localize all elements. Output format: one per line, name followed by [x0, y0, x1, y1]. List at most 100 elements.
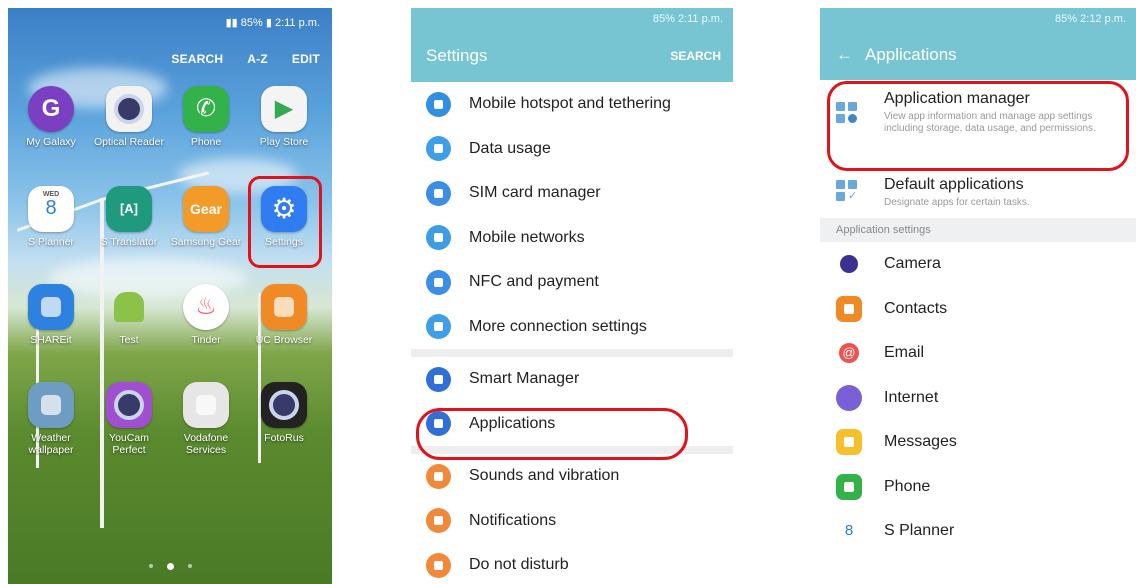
settings-item-label: Smart Manager [469, 370, 580, 388]
app-setting-camera[interactable]: Camera [820, 242, 1136, 287]
settings-item-mobile-networks[interactable]: Mobile networks [411, 216, 733, 261]
app-galaxy[interactable]: G My Galaxy [14, 86, 88, 148]
page-title: Settings [426, 46, 488, 65]
signal-icon: ▮▮ [225, 17, 238, 29]
app-label: Test [119, 334, 139, 346]
app-label: S Translator [100, 236, 158, 248]
app-setting-messages[interactable]: Messages [820, 420, 1136, 465]
setting-icon [426, 225, 451, 251]
battery-level: 85% [652, 13, 675, 25]
page-dot[interactable] [148, 564, 153, 568]
app-shareit[interactable]: SHAREit [14, 284, 88, 346]
settings-item-do-not-disturb[interactable]: Do not disturb [411, 543, 733, 584]
shareit-icon [28, 284, 74, 330]
battery-icon: ▮ [265, 17, 272, 29]
app-label: UC Browser [255, 334, 313, 346]
app-label: Play Store [259, 136, 309, 148]
app-flame[interactable]: ♨ Tinder [169, 284, 243, 346]
camera-lens-icon [836, 251, 862, 278]
applications-screen: 85% 2:12 p.m. ← Applications Application… [820, 8, 1136, 584]
app-gear-brand[interactable]: Gear Samsung Gear [169, 186, 243, 248]
youcam-icon [106, 382, 152, 428]
app-setting-s-planner[interactable]: 8 S Planner [820, 509, 1136, 554]
settings-item-sim-card-manager[interactable]: SIM card manager [411, 171, 733, 216]
uc-browser-icon [261, 284, 307, 330]
default-apps-desc: Designate apps for certain tasks. [884, 196, 1030, 208]
phone-icon: ✆ [183, 86, 229, 132]
app-setting-label: Internet [884, 388, 939, 406]
app-uc-browser[interactable]: UC Browser [247, 284, 321, 346]
settings-header: 85% 2:11 p.m. Settings SEARCH [411, 8, 733, 82]
setting-icon [426, 366, 451, 392]
status-bar: 85% 2:12 p.m. [820, 8, 1136, 30]
app-setting-label: Messages [884, 433, 957, 451]
app-vodafone[interactable]: Vodafone Services [169, 382, 243, 456]
section-header: Application settings [820, 218, 1136, 242]
settings-item-label: Mobile hotspot and tethering [469, 95, 671, 113]
search-button[interactable]: SEARCH [670, 49, 721, 63]
default-applications-row[interactable]: ✓ Default applications Designate apps fo… [820, 166, 1136, 218]
email-icon: @ [836, 340, 862, 367]
app-weather[interactable]: Weather wallpaper [14, 382, 88, 456]
vodafone-icon [183, 382, 229, 428]
settings-item-label: NFC and payment [469, 273, 599, 291]
clock: 2:11 p.m. [274, 17, 320, 29]
app-setting-internet[interactable]: Internet [820, 376, 1136, 421]
settings-item-smart-manager[interactable]: Smart Manager [411, 357, 733, 402]
app-phone[interactable]: ✆ Phone [169, 86, 243, 148]
app-setting-label: S Planner [884, 522, 955, 540]
status-bar: 85% 2:11 p.m. [411, 8, 733, 30]
app-setting-label: Phone [884, 477, 931, 495]
app-setting-label: Camera [884, 255, 941, 273]
settings-item-data-usage[interactable]: Data usage [411, 127, 733, 172]
home-screen: ▮▮ 85% ▮ 2:11 p.m. SEARCH A-Z EDIT G My G… [8, 8, 332, 584]
settings-item-notifications[interactable]: Notifications [411, 499, 733, 544]
battery-level: 85% [1055, 13, 1078, 25]
app-label: Optical Reader [93, 136, 165, 148]
clock: 2:11 p.m. [677, 13, 723, 25]
setting-icon [426, 136, 451, 162]
page-title: Applications [865, 45, 957, 64]
app-translator[interactable]: [A] S Translator [92, 186, 166, 248]
page-dot-active[interactable] [166, 563, 174, 570]
settings-item-sounds-and-vibration[interactable]: Sounds and vibration [411, 454, 733, 499]
settings-item-nfc-and-payment[interactable]: NFC and payment [411, 260, 733, 305]
setting-icon [426, 91, 451, 117]
app-youcam[interactable]: YouCam Perfect [92, 382, 166, 456]
app-play-store[interactable]: ▶ Play Store [247, 86, 321, 148]
clock: 2:12 p.m. [1080, 13, 1126, 25]
settings-item-label: Notifications [469, 511, 557, 529]
app-setting-label: Email [884, 344, 925, 362]
internet-icon [836, 384, 862, 411]
settings-screen: 85% 2:11 p.m. Settings SEARCH Mobile hot… [411, 8, 733, 584]
search-button[interactable]: SEARCH [171, 52, 223, 66]
app-label: YouCam Perfect [109, 432, 149, 456]
app-setting-email[interactable]: @ Email [820, 331, 1136, 376]
camera-t-icon [106, 86, 152, 132]
default-apps-title: Default applications [884, 175, 1024, 193]
status-bar: ▮▮ 85% ▮ 2:11 p.m. [226, 16, 320, 29]
apps-topbar: SEARCH A-Z EDIT [171, 52, 320, 66]
messages-icon [836, 429, 862, 456]
sort-az-button[interactable]: A-Z [247, 52, 268, 66]
app-setting-contacts[interactable]: Contacts [820, 287, 1136, 332]
settings-item-more-connection-settings[interactable]: More connection settings [411, 305, 733, 350]
app-fotorus[interactable]: FotoRus [247, 382, 321, 444]
app-camera-t[interactable]: Optical Reader [92, 86, 166, 148]
app-setting-phone[interactable]: Phone [820, 465, 1136, 510]
settings-item-label: More connection settings [469, 317, 647, 335]
app-label: FotoRus [264, 432, 304, 444]
app-android[interactable]: Test [92, 284, 166, 346]
highlight-application-manager [827, 81, 1129, 171]
setting-icon [426, 552, 451, 578]
flame-icon: ♨ [183, 284, 229, 330]
galaxy-icon: G [28, 86, 74, 132]
app-label: My Galaxy [26, 136, 76, 148]
settings-item-mobile-hotspot-and-tethering[interactable]: Mobile hotspot and tethering [411, 82, 733, 127]
back-arrow-icon[interactable]: ← [836, 45, 853, 65]
highlight-applications [416, 408, 688, 460]
page-dot[interactable] [187, 564, 192, 568]
app-calendar[interactable]: WED 8 S Planner [14, 186, 88, 248]
edit-button[interactable]: EDIT [292, 52, 320, 66]
setting-icon [426, 180, 451, 206]
